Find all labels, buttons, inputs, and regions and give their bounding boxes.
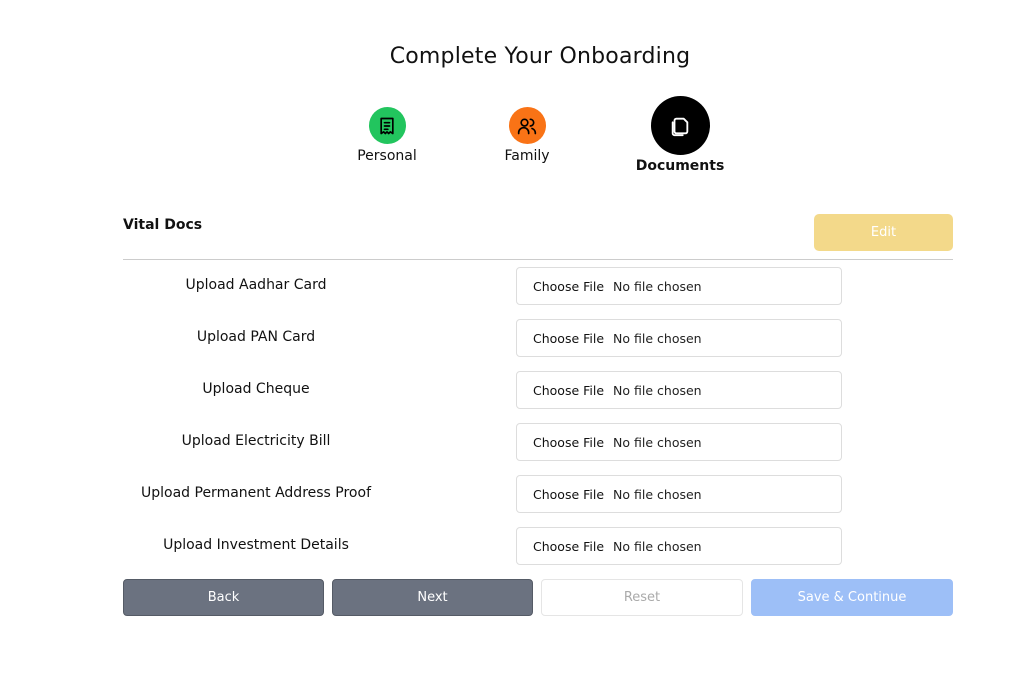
receipt-icon xyxy=(368,107,406,144)
file-status: No file chosen xyxy=(613,538,702,554)
file-input-address[interactable]: Choose File No file chosen xyxy=(516,475,842,513)
upload-row-cheque: Upload Cheque Choose File No file chosen xyxy=(123,371,953,409)
upload-row-pan: Upload PAN Card Choose File No file chos… xyxy=(123,319,953,357)
section-title: Vital Docs xyxy=(123,217,203,233)
file-status: No file chosen xyxy=(613,486,702,502)
file-input-pan[interactable]: Choose File No file chosen xyxy=(516,319,842,357)
step-label: Family xyxy=(504,148,550,164)
file-status: No file chosen xyxy=(613,382,702,398)
upload-row-electricity: Upload Electricity Bill Choose File No f… xyxy=(123,423,953,461)
upload-label: Upload Electricity Bill xyxy=(181,433,331,449)
copy-icon xyxy=(650,96,710,155)
file-input-aadhar[interactable]: Choose File No file chosen xyxy=(516,267,842,305)
choose-file-button[interactable]: Choose File xyxy=(533,539,604,554)
save-continue-button[interactable]: Save & Continue xyxy=(751,579,953,616)
edit-button[interactable]: Edit xyxy=(814,214,953,251)
upload-row-investment: Upload Investment Details Choose File No… xyxy=(123,527,953,565)
choose-file-button[interactable]: Choose File xyxy=(533,487,604,502)
reset-button[interactable]: Reset xyxy=(541,579,743,616)
upload-label: Upload Permanent Address Proof xyxy=(141,485,371,501)
step-label: Personal xyxy=(357,148,417,164)
choose-file-button[interactable]: Choose File xyxy=(533,435,604,450)
file-status: No file chosen xyxy=(613,278,702,294)
upload-label: Upload Aadhar Card xyxy=(185,277,327,293)
step-documents[interactable]: Documents xyxy=(620,96,740,174)
file-input-cheque[interactable]: Choose File No file chosen xyxy=(516,371,842,409)
step-family[interactable]: Family xyxy=(487,107,567,164)
users-icon xyxy=(508,107,546,144)
upload-label: Upload PAN Card xyxy=(196,329,316,345)
upload-row-aadhar: Upload Aadhar Card Choose File No file c… xyxy=(123,267,953,305)
file-input-investment[interactable]: Choose File No file chosen xyxy=(516,527,842,565)
upload-label: Upload Investment Details xyxy=(163,537,349,553)
step-label: Documents xyxy=(635,158,725,174)
upload-row-address: Upload Permanent Address Proof Choose Fi… xyxy=(123,475,953,513)
step-personal[interactable]: Personal xyxy=(347,107,427,164)
choose-file-button[interactable]: Choose File xyxy=(533,279,604,294)
choose-file-button[interactable]: Choose File xyxy=(533,383,604,398)
file-status: No file chosen xyxy=(613,434,702,450)
divider xyxy=(123,259,953,260)
upload-label: Upload Cheque xyxy=(202,381,310,397)
file-status: No file chosen xyxy=(613,330,702,346)
file-input-electricity[interactable]: Choose File No file chosen xyxy=(516,423,842,461)
next-button[interactable]: Next xyxy=(332,579,533,616)
choose-file-button[interactable]: Choose File xyxy=(533,331,604,346)
back-button[interactable]: Back xyxy=(123,579,324,616)
page-title: Complete Your Onboarding xyxy=(389,44,691,69)
